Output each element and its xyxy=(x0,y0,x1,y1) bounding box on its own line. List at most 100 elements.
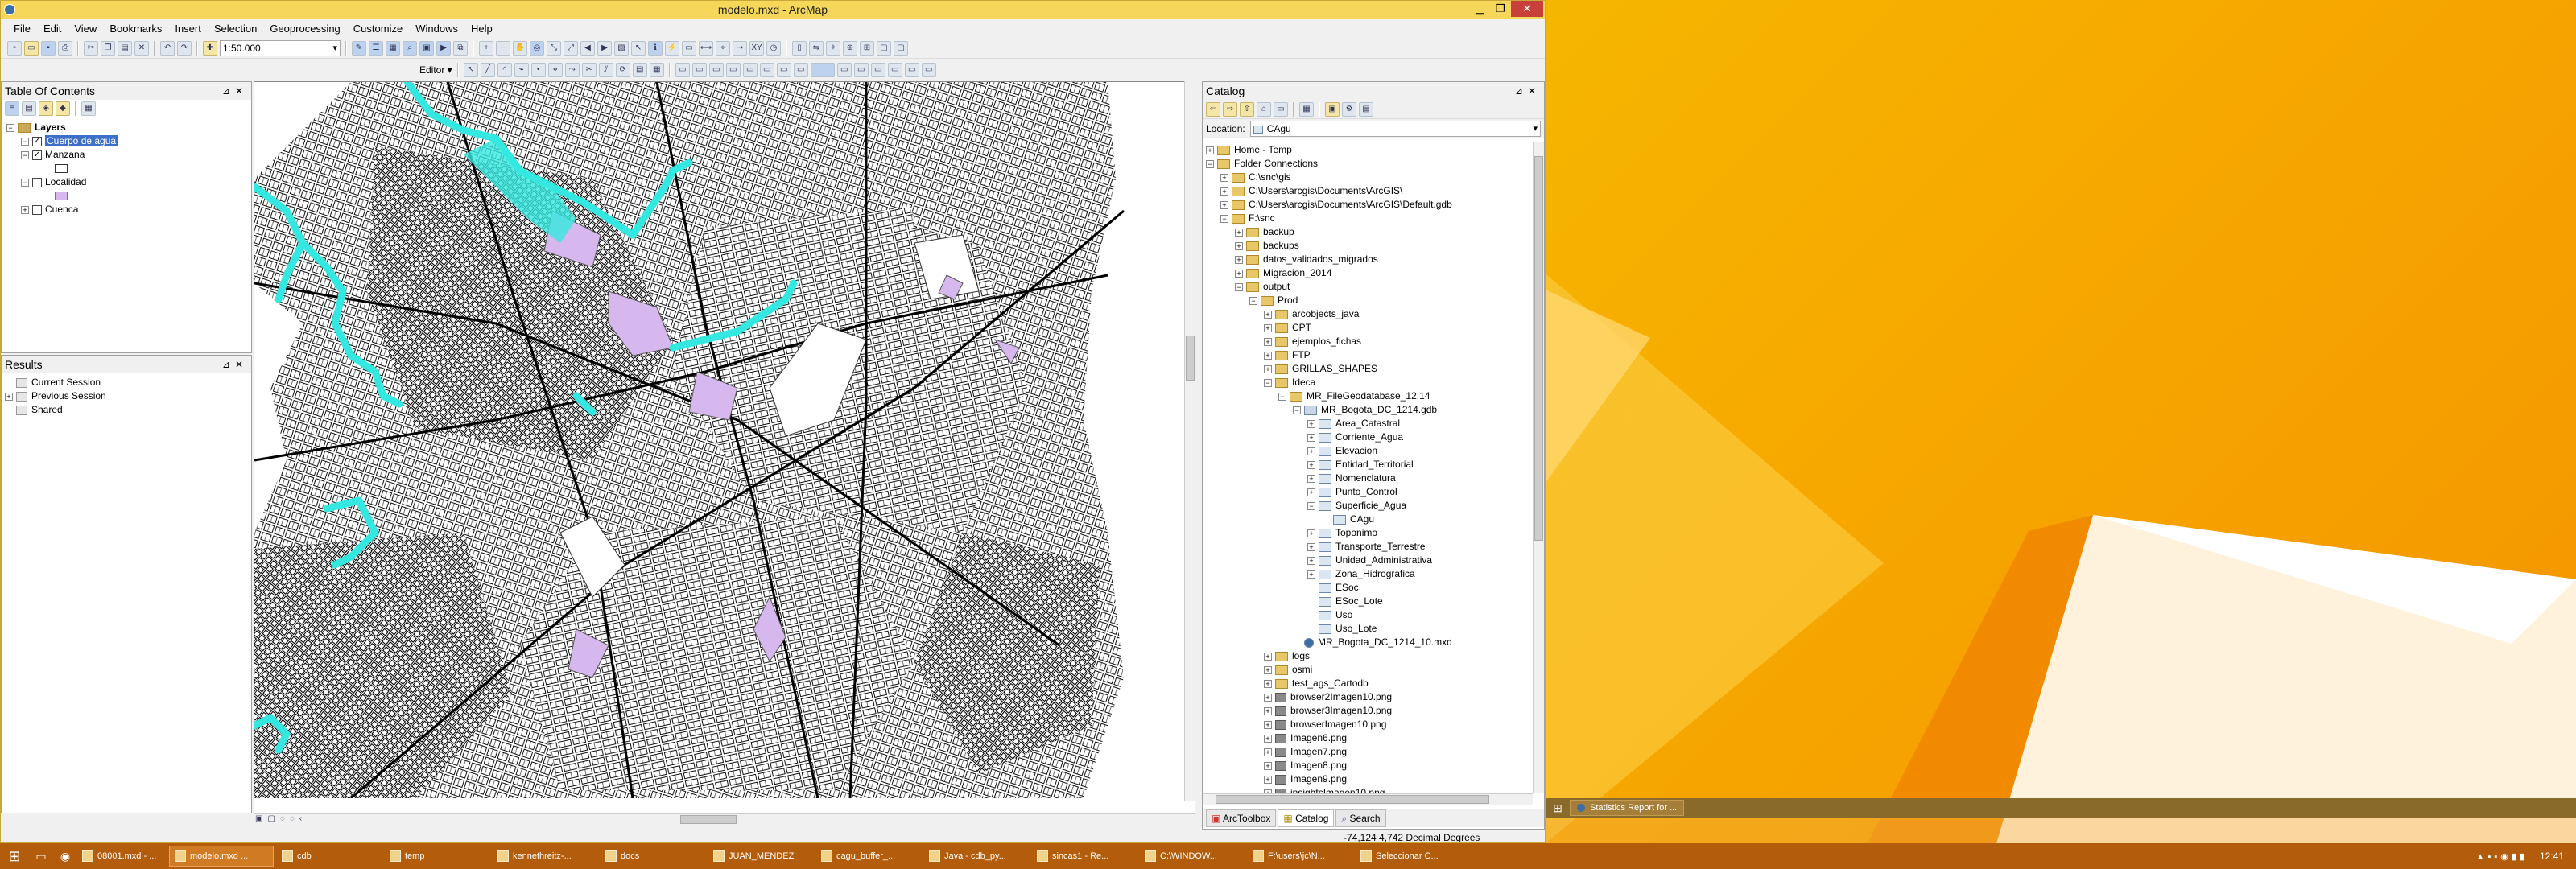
catalog-item[interactable]: + Home - Temp xyxy=(1206,143,1530,157)
sketch-props-icon[interactable]: ▦ xyxy=(649,62,664,77)
catalog-item[interactable]: + Elevacion xyxy=(1206,444,1530,458)
results-item[interactable]: Current Session xyxy=(5,376,248,389)
expand-icon[interactable]: + xyxy=(1264,652,1272,661)
clock[interactable]: 12:41 xyxy=(2528,850,2576,862)
collapse-icon[interactable]: − xyxy=(1235,282,1243,291)
expand-icon[interactable]: + xyxy=(1264,720,1272,729)
views-icon[interactable]: ▦ xyxy=(1299,102,1314,117)
expand-icon[interactable]: + xyxy=(1264,693,1272,702)
expand-icon[interactable]: + xyxy=(1264,706,1272,715)
list-by-source-icon[interactable]: ▤ xyxy=(22,101,36,116)
draw-tool-n-icon[interactable]: ▭ xyxy=(921,62,936,77)
catalog-item[interactable]: + arcobjects_java xyxy=(1206,307,1530,321)
expand-icon[interactable]: + xyxy=(1206,146,1214,154)
catalog-vertical-scrollbar[interactable] xyxy=(1533,142,1544,793)
catalog-item[interactable]: + Transporte_Terrestre xyxy=(1206,540,1530,554)
expand-icon[interactable]: + xyxy=(1307,542,1315,551)
collapse-icon[interactable]: − xyxy=(1264,378,1272,387)
split-icon[interactable]: ⫽ xyxy=(598,62,613,77)
taskbar-item[interactable]: modelo.mxd ... xyxy=(169,846,274,867)
draw-tool-e-icon[interactable]: ▭ xyxy=(742,62,758,77)
taskbar-item[interactable]: kennethreitz-... xyxy=(493,846,597,867)
select-elements-icon[interactable]: ↖ xyxy=(631,40,646,56)
catalog-item[interactable]: − Ideca xyxy=(1206,376,1530,389)
search-window-icon[interactable]: ⌕ xyxy=(402,40,417,56)
catalog-item[interactable]: Uso xyxy=(1206,608,1530,622)
save-icon[interactable]: ▪ xyxy=(41,40,56,56)
catalog-item[interactable]: Uso_Lote xyxy=(1206,622,1530,636)
expand-icon[interactable]: + xyxy=(1307,474,1315,483)
arcmap-app-icon[interactable] xyxy=(4,4,15,15)
catalog-horizontal-scrollbar[interactable] xyxy=(1203,793,1533,805)
collapse-icon[interactable]: − xyxy=(1206,159,1214,168)
toc-layer-cuerpo-de-agua[interactable]: − ✓ Cuerpo de agua xyxy=(6,134,246,148)
pan-icon[interactable]: ✋ xyxy=(513,40,527,56)
layer-checkbox[interactable]: ✓ xyxy=(32,136,42,146)
collapse-icon[interactable]: − xyxy=(1249,296,1257,305)
collapse-icon[interactable]: − xyxy=(1278,392,1286,401)
close-button[interactable]: ✕ xyxy=(1511,1,1543,17)
results-item[interactable]: Shared xyxy=(5,403,248,417)
toc-layer-localidad[interactable]: − Localidad xyxy=(6,175,246,189)
expand-icon[interactable]: + xyxy=(1264,337,1272,346)
catalog-item[interactable]: + Entidad_Territorial xyxy=(1206,458,1530,472)
catalog-item[interactable]: + C:\Users\arcgis\Documents\ArcGIS\ xyxy=(1206,184,1530,198)
layer-checkbox[interactable] xyxy=(32,204,42,215)
cut-polygons-icon[interactable]: ✂ xyxy=(581,62,597,77)
expand-icon[interactable]: + xyxy=(1220,187,1228,196)
catalog-item[interactable]: ESoc xyxy=(1206,581,1530,595)
draw-tool-k-icon[interactable]: ▭ xyxy=(870,62,886,77)
expand-icon[interactable]: + xyxy=(1264,665,1272,674)
catalog-item[interactable]: + browser3Imagen10.png xyxy=(1206,704,1530,718)
toggle-contents-icon[interactable]: ▤ xyxy=(1359,102,1373,117)
catalog-item[interactable]: + osmi xyxy=(1206,663,1530,677)
rotate-icon[interactable]: ⟳ xyxy=(615,62,630,77)
options-icon[interactable]: ⚙ xyxy=(1342,102,1356,117)
taskbar-item[interactable]: C:\WINDOW... xyxy=(1140,846,1245,867)
tool-b-icon[interactable]: ▢ xyxy=(894,40,908,56)
taskbar-item[interactable]: docs xyxy=(601,846,705,867)
expand-icon[interactable]: + xyxy=(1235,255,1243,264)
scroll-thumb[interactable] xyxy=(1216,795,1489,804)
menu-help[interactable]: Help xyxy=(464,20,499,38)
catalog-item[interactable]: + Unidad_Administrativa xyxy=(1206,554,1530,567)
taskbar-item[interactable]: Seleccionar C... xyxy=(1356,846,1460,867)
catalog-item[interactable]: + insightsImagen10.png xyxy=(1206,786,1530,793)
draw-tool-j-icon[interactable]: ▭ xyxy=(853,62,869,77)
collapse-icon[interactable]: − xyxy=(1293,406,1301,414)
toc-layers-root[interactable]: − Layers xyxy=(6,121,246,134)
expand-icon[interactable]: + xyxy=(1307,488,1315,496)
draw-tool-a-icon[interactable]: ▭ xyxy=(675,62,690,77)
catalog-item[interactable]: + Punto_Control xyxy=(1206,485,1530,499)
reshape-icon[interactable]: ⤳ xyxy=(564,62,580,77)
catalog-item[interactable]: + C:\Users\arcgis\Documents\ArcGIS\Defaul… xyxy=(1206,198,1530,212)
draw-tool-h-icon[interactable]: ▭ xyxy=(793,62,808,77)
view-mode-icons[interactable]: ▣▢◌◌‹ xyxy=(255,814,307,823)
expand-icon[interactable]: + xyxy=(1235,269,1243,278)
expand-icon[interactable]: + xyxy=(1235,228,1243,237)
expand-icon[interactable]: + xyxy=(1264,761,1272,770)
connect-folder-icon[interactable]: ▭ xyxy=(1274,102,1288,117)
menu-selection[interactable]: Selection xyxy=(208,20,263,38)
color-swatch-icon[interactable] xyxy=(810,62,835,77)
print-icon[interactable]: ⎙ xyxy=(58,40,72,56)
copy-icon[interactable]: ❐ xyxy=(101,40,115,56)
draw-tool-d-icon[interactable]: ▭ xyxy=(725,62,741,77)
home-icon[interactable]: ⌂ xyxy=(1257,102,1271,117)
catalog-item[interactable]: − F:\snc xyxy=(1206,212,1530,225)
chrome-pin-icon[interactable]: ◉ xyxy=(53,850,77,863)
title-bar[interactable]: modelo.mxd - ArcMap ▁ ❐ ✕ xyxy=(1,1,1545,19)
panel-pin-close-icon[interactable]: ⊿✕ xyxy=(1515,82,1541,100)
modelbuilder-icon[interactable]: ⧉ xyxy=(453,40,468,56)
zoom-in-icon[interactable]: + xyxy=(479,40,493,56)
catalog-item[interactable]: + Imagen7.png xyxy=(1206,745,1530,759)
panel-pin-close-icon[interactable]: ⊿✕ xyxy=(222,356,248,373)
expand-icon[interactable]: + xyxy=(1264,679,1272,688)
taskbar-item[interactable]: cdb xyxy=(277,846,382,867)
catalog-item[interactable]: + backup xyxy=(1206,225,1530,239)
catalog-item[interactable]: − MR_FileGeodatabase_12.14 xyxy=(1206,389,1530,403)
catalog-item[interactable]: − output xyxy=(1206,280,1530,294)
new-folder-icon[interactable]: ▣ xyxy=(1325,102,1340,117)
symbol-swatch[interactable] xyxy=(6,189,246,203)
back-extent-icon[interactable]: ◀ xyxy=(580,40,595,56)
